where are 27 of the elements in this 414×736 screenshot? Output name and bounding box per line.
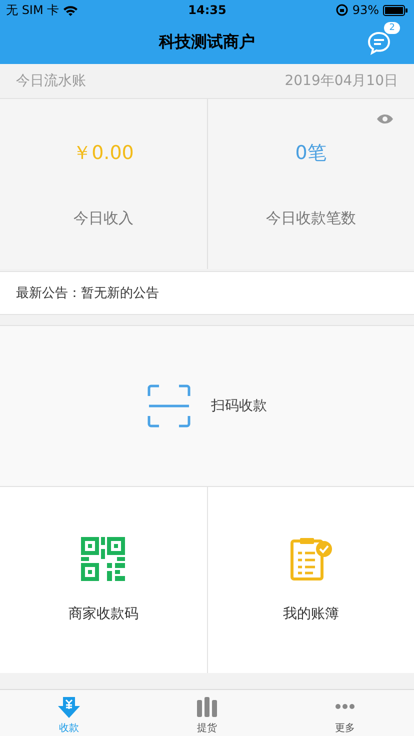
- ledger-label: 今日流水账: [16, 72, 86, 90]
- stat-value: ￥0.00: [72, 141, 134, 166]
- eye-icon[interactable]: [376, 113, 394, 125]
- clock-time: 14:35: [188, 3, 226, 17]
- message-badge: 2: [384, 22, 400, 34]
- notice-text: 最新公告：暂无新的公告: [16, 285, 159, 302]
- download-icon: [57, 695, 81, 719]
- battery-percent: 93%: [352, 3, 379, 17]
- rotation-lock-icon: [336, 4, 348, 16]
- ledger-date: 2019年04月10日: [284, 72, 398, 90]
- tab-item[interactable]: 提货: [138, 690, 276, 736]
- action-label[interactable]: 我的账簿: [282, 605, 339, 623]
- stat-label: 今日收款笔数: [266, 208, 356, 228]
- page-title: 科技测试商户: [159, 32, 255, 52]
- carrier-text: 无 SIM 卡: [6, 2, 60, 18]
- wifi-icon: [63, 4, 78, 16]
- scan-label[interactable]: 扫码收款: [211, 397, 267, 415]
- action-label[interactable]: 商家收款码: [68, 605, 138, 623]
- more-icon: [334, 704, 356, 709]
- chat-icon[interactable]: [366, 30, 392, 56]
- qr-code-icon: [81, 537, 126, 581]
- tab-item[interactable]: 更多: [276, 690, 414, 736]
- stat-label: 今日收入: [73, 208, 134, 228]
- scan-icon[interactable]: [147, 384, 191, 428]
- battery-icon: [382, 4, 408, 16]
- clipboard-icon: [288, 537, 333, 581]
- stat-value: 0笔: [295, 141, 326, 166]
